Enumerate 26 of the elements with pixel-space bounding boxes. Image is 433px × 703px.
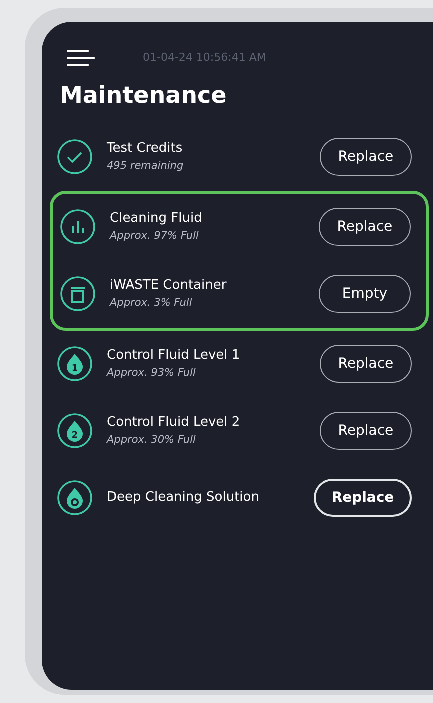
numbered-drop-icon: 2	[57, 413, 93, 449]
numbered-drop-icon: 1	[57, 346, 93, 382]
check-circle-icon	[57, 139, 93, 175]
item-status: Approx. 97% Full	[110, 229, 200, 244]
page-title: Maintenance	[60, 82, 228, 111]
item-name: Test Credits	[107, 140, 184, 158]
action-button[interactable]: Replace	[320, 345, 412, 383]
action-button[interactable]: Replace	[320, 138, 412, 176]
item-name: Control Fluid Level 1	[107, 347, 242, 365]
item-status: Approx. 3% Full	[110, 296, 194, 311]
item-name: iWASTE Container	[110, 277, 228, 295]
menu-icon[interactable]	[67, 50, 95, 67]
action-button[interactable]: Empty	[319, 275, 411, 313]
item-name: Deep Cleaning Solution	[107, 489, 260, 507]
action-button[interactable]: Replace	[319, 208, 411, 246]
action-button[interactable]: Replace	[320, 412, 412, 450]
action-button[interactable]: Replace	[314, 479, 412, 517]
trash-icon	[60, 276, 96, 312]
item-name: Control Fluid Level 2	[107, 414, 242, 432]
item-name: Cleaning Fluid	[110, 210, 204, 228]
drop-icon	[57, 480, 93, 516]
item-status: 495 remaining	[107, 159, 185, 174]
bar-chart-icon	[60, 209, 96, 245]
item-status: Approx. 93% Full	[107, 366, 197, 381]
timestamp: 01-04-24 10:56:41 AM	[143, 50, 266, 66]
item-status: Approx. 30% Full	[107, 433, 197, 448]
